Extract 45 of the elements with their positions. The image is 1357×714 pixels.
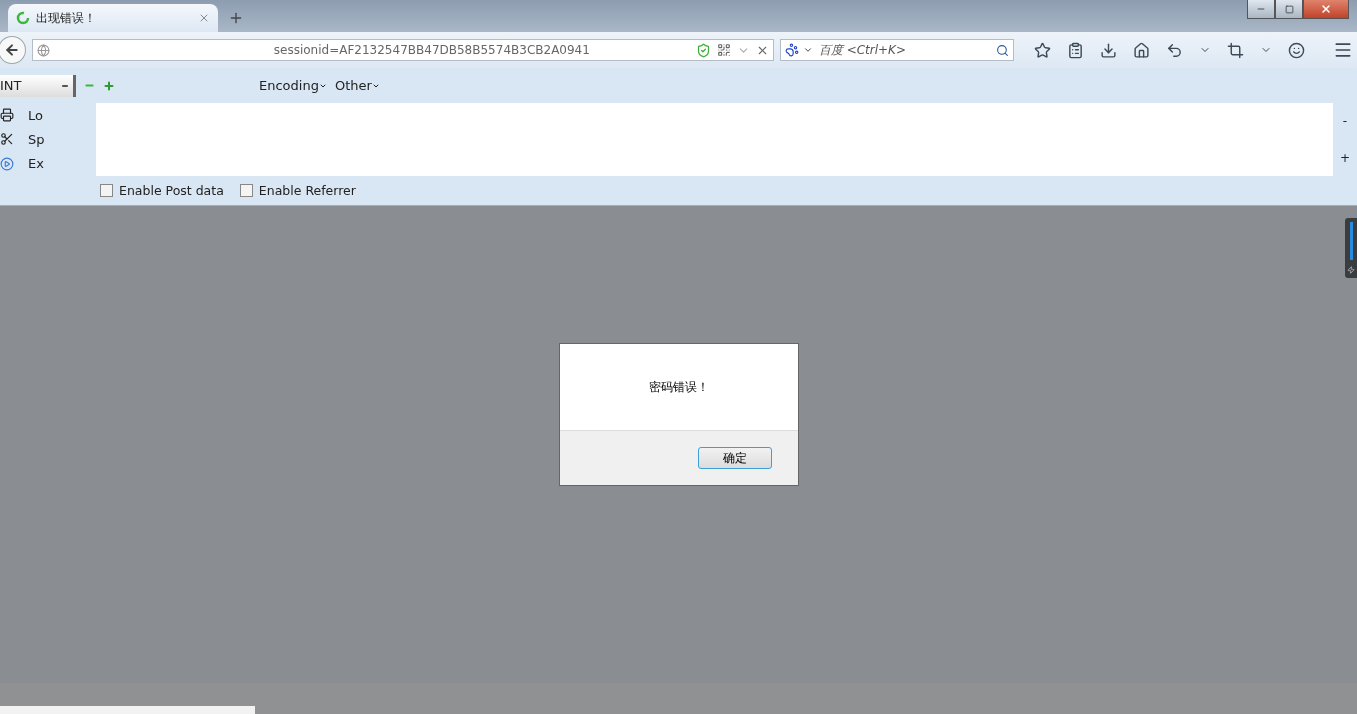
search-icon[interactable] [996,43,1009,57]
printer-icon [0,108,14,123]
option-checkbox[interactable]: Enable Referrer [239,183,356,198]
download-icon[interactable] [1100,41,1117,59]
close-icon[interactable] [198,12,210,24]
undo-icon[interactable] [1166,41,1183,59]
dropdown-icon[interactable] [802,45,813,55]
qr-code-icon[interactable] [716,43,731,57]
address-field[interactable]: sessionid=AF2132547BB47DB58B5574B3CB2A0941 [31,39,774,61]
maximize-icon [1284,4,1294,14]
new-tab-icon[interactable] [228,10,244,26]
maximize-button[interactable] [1275,0,1303,19]
menu-button[interactable]: Other [334,78,380,93]
type-select[interactable]: INT [0,74,76,97]
side-button[interactable]: + [1339,150,1351,165]
action-button[interactable]: Lo [0,107,96,123]
lightning-icon [1347,266,1355,274]
search-field[interactable]: 百度 <Ctrl+K> [779,39,1014,61]
side-button[interactable]: - [1342,114,1348,129]
play-icon [0,156,14,171]
back-icon [3,42,20,58]
close-icon [1320,3,1332,15]
smiley-icon[interactable] [1288,41,1305,59]
menu-icon[interactable] [1333,40,1353,60]
crop-icon[interactable] [1227,41,1244,59]
scissors-icon [0,132,14,147]
close-button[interactable] [1303,0,1349,19]
browser-tab[interactable]: 出现错误！ [8,4,218,32]
loading-icon [16,11,30,25]
shield-icon[interactable] [695,42,711,58]
star-icon[interactable] [1034,41,1051,59]
action-button[interactable]: Sp [0,132,96,147]
dialog-message: 密码错误！ [647,378,710,396]
globe-icon [36,43,50,57]
home-icon[interactable] [1133,41,1150,59]
plus-icon[interactable] [103,79,115,92]
minimize-button[interactable] [1247,0,1275,19]
menu-button[interactable]: Encoding [259,78,327,93]
clipboard-icon[interactable] [1067,41,1084,59]
ok-button[interactable]: 确定 [697,447,772,469]
action-button[interactable]: Ex [0,156,96,172]
option-checkbox[interactable]: Enable Post data [100,183,224,198]
back-button[interactable] [0,36,26,64]
paw-icon [784,43,799,57]
side-widget[interactable] [1345,218,1357,278]
